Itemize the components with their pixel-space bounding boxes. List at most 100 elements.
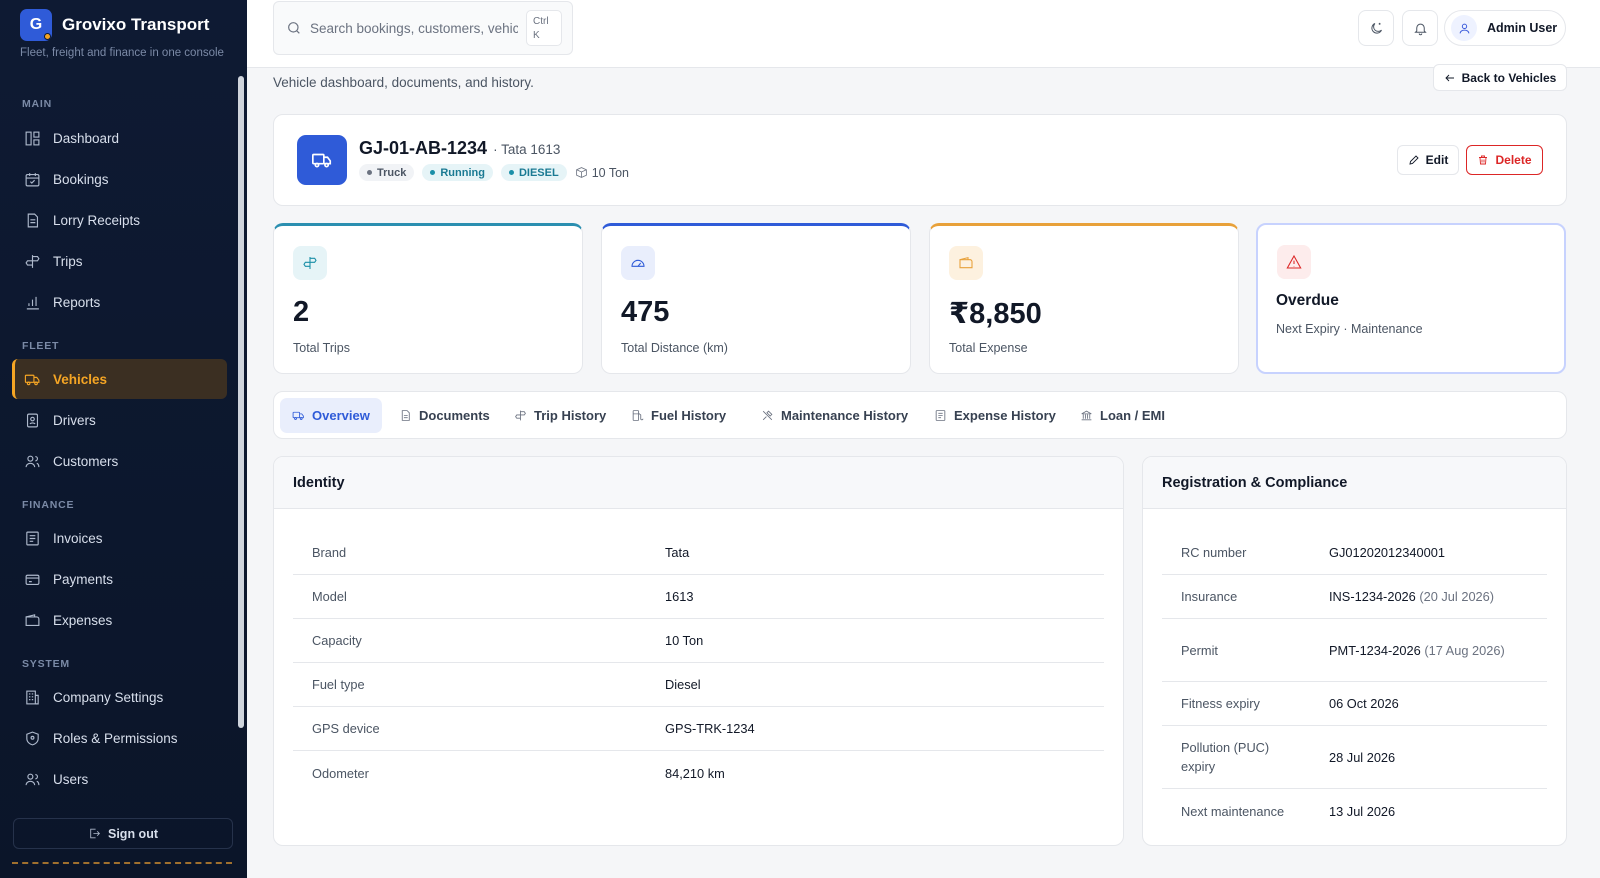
moon-icon (1370, 22, 1382, 34)
row-key: Odometer (312, 765, 369, 781)
row-value: INS-1234-2026 (20 Jul 2026) (1329, 589, 1494, 604)
table-row: Capacity 10 Ton (293, 619, 1104, 663)
sidebar-item-label: Reports (53, 294, 101, 310)
theme-toggle-button[interactable] (1358, 10, 1394, 46)
shortcut-key-k: K (533, 30, 540, 41)
tab-documents[interactable]: Documents (387, 398, 502, 433)
sidebar-item-label: Bookings (53, 171, 109, 187)
tab-label: Loan / EMI (1100, 408, 1165, 423)
tab-fuel-history[interactable]: Fuel History (619, 398, 738, 433)
row-value: 13 Jul 2026 (1329, 803, 1396, 819)
sidebar-item-label: Drivers (53, 412, 96, 428)
tab-trip-history[interactable]: Trip History (502, 398, 618, 433)
shield-icon (26, 731, 39, 745)
back-label: Back to Vehicles (1461, 70, 1557, 85)
user-menu-button[interactable]: Admin User (1444, 10, 1566, 46)
delete-button[interactable]: Delete (1466, 145, 1543, 175)
invoice-icon (26, 531, 39, 545)
row-key: Next maintenance (1181, 803, 1285, 819)
sidebar-item-lorry-receipts[interactable]: Lorry Receipts (12, 200, 227, 240)
back-to-vehicles-button[interactable]: Back to Vehicles (1433, 64, 1567, 91)
row-key: Capacity (312, 633, 362, 648)
sidebar-scrollbar[interactable] (238, 76, 244, 728)
id-badge-icon (26, 413, 39, 427)
table-row: Permit PMT-1234-2026 (17 Aug 2026) (1162, 619, 1547, 682)
row-key: Insurance (1181, 589, 1238, 604)
truck-icon (24, 374, 40, 385)
table-row: Model 1613 (293, 575, 1104, 619)
tab-overview[interactable]: Overview (280, 398, 382, 433)
expiry-date: (20 Jul 2026) (1419, 589, 1495, 604)
sidebar-item-users[interactable]: Users (12, 759, 227, 799)
search-input[interactable] (310, 20, 518, 36)
brand-name: Grovixo Transport (62, 15, 210, 34)
sidebar-item-dashboard[interactable]: Dashboard (12, 118, 227, 158)
status-dot (44, 33, 51, 40)
warning-icon (1286, 254, 1302, 269)
capacity-label: 10 Ton (591, 165, 630, 180)
brand-tagline: Fleet, freight and finance in one consol… (20, 47, 224, 59)
sidebar-item-trips[interactable]: Trips (12, 241, 227, 281)
truck-icon (312, 153, 332, 168)
sidebar-item-vehicles[interactable]: Vehicles (12, 359, 227, 399)
edit-button[interactable]: Edit (1397, 145, 1459, 175)
stat-icon (949, 246, 983, 280)
sidebar-item-drivers[interactable]: Drivers (12, 400, 227, 440)
stat-icon (621, 246, 655, 280)
stat-title: Overdue (1276, 292, 1339, 309)
pencil-icon (1409, 155, 1419, 165)
sidebar-item-bookings[interactable]: Bookings (12, 159, 227, 199)
row-value: Tata (665, 545, 690, 560)
table-row: RC number GJ01202012340001 (1162, 531, 1547, 575)
stat-label: Next Expiry · Maintenance (1276, 322, 1423, 336)
search-box[interactable]: Ctrl K (273, 1, 573, 55)
capacity: 10 Ton (575, 166, 629, 180)
shortcut-key-ctrl: Ctrl (533, 16, 549, 27)
sidebar-item-payments[interactable]: Payments (12, 559, 227, 599)
sidebar: G Grovixo Transport Fleet, freight and f… (0, 0, 247, 878)
sidebar-item-reports[interactable]: Reports (12, 282, 227, 322)
users-icon (25, 773, 40, 785)
notifications-button[interactable] (1402, 10, 1438, 46)
users-icon (25, 455, 40, 467)
document-icon (401, 410, 410, 421)
table-row: Pollution (PUC) expiry 28 Jul 2026 (1162, 726, 1547, 789)
tab-label: Overview (312, 408, 370, 423)
bank-icon (1081, 410, 1092, 421)
tab-label: Fuel History (651, 408, 727, 423)
user-icon (1459, 23, 1469, 33)
sidebar-item-company-settings[interactable]: Company Settings (12, 677, 227, 717)
shortcut-hint: Ctrl K (526, 10, 562, 46)
sidebar-item-label: Customers (53, 453, 119, 469)
row-value: PMT-1234-2026 (17 Aug 2026) (1329, 641, 1514, 660)
sidebar-item-invoices[interactable]: Invoices (12, 518, 227, 558)
user-name: Admin User (1487, 21, 1558, 35)
avatar (1451, 15, 1477, 41)
search-icon (288, 22, 300, 34)
divider (12, 862, 232, 864)
table-row: Odometer 84,210 km (293, 751, 1104, 795)
page-subtitle: Vehicle dashboard, documents, and histor… (273, 75, 534, 90)
vehicle-header-card: GJ-01-AB-1234 · Tata 1613 Truck Running … (273, 114, 1567, 206)
sign-out-button[interactable]: Sign out (13, 818, 233, 849)
table-row: GPS device GPS-TRK-1234 (293, 707, 1104, 751)
brand[interactable]: G Grovixo Transport (20, 9, 209, 41)
tab-maintenance-history[interactable]: Maintenance History (749, 398, 920, 433)
tab-expense-history[interactable]: Expense History (922, 398, 1068, 433)
signpost-icon (515, 410, 526, 421)
wallet-icon (25, 613, 40, 626)
vehicle-model: · Tata 1613 (493, 142, 561, 157)
panel-title: Identity (274, 457, 1123, 509)
delete-label: Delete (1495, 153, 1532, 167)
nav-section-main: MAIN (22, 98, 53, 110)
sidebar-item-customers[interactable]: Customers (12, 441, 227, 481)
sidebar-item-label: Invoices (53, 530, 103, 546)
sidebar-item-expenses[interactable]: Expenses (12, 600, 227, 640)
sidebar-item-roles-permissions[interactable]: Roles & Permissions (12, 718, 227, 758)
tab-loan-emi[interactable]: Loan / EMI (1068, 398, 1177, 433)
tab-label: Expense History (954, 408, 1056, 423)
stat-label: Total Expense (949, 341, 1028, 355)
row-value: GJ01202012340001 (1329, 545, 1445, 560)
signpost-icon (303, 257, 317, 269)
wallet-icon (959, 256, 973, 269)
